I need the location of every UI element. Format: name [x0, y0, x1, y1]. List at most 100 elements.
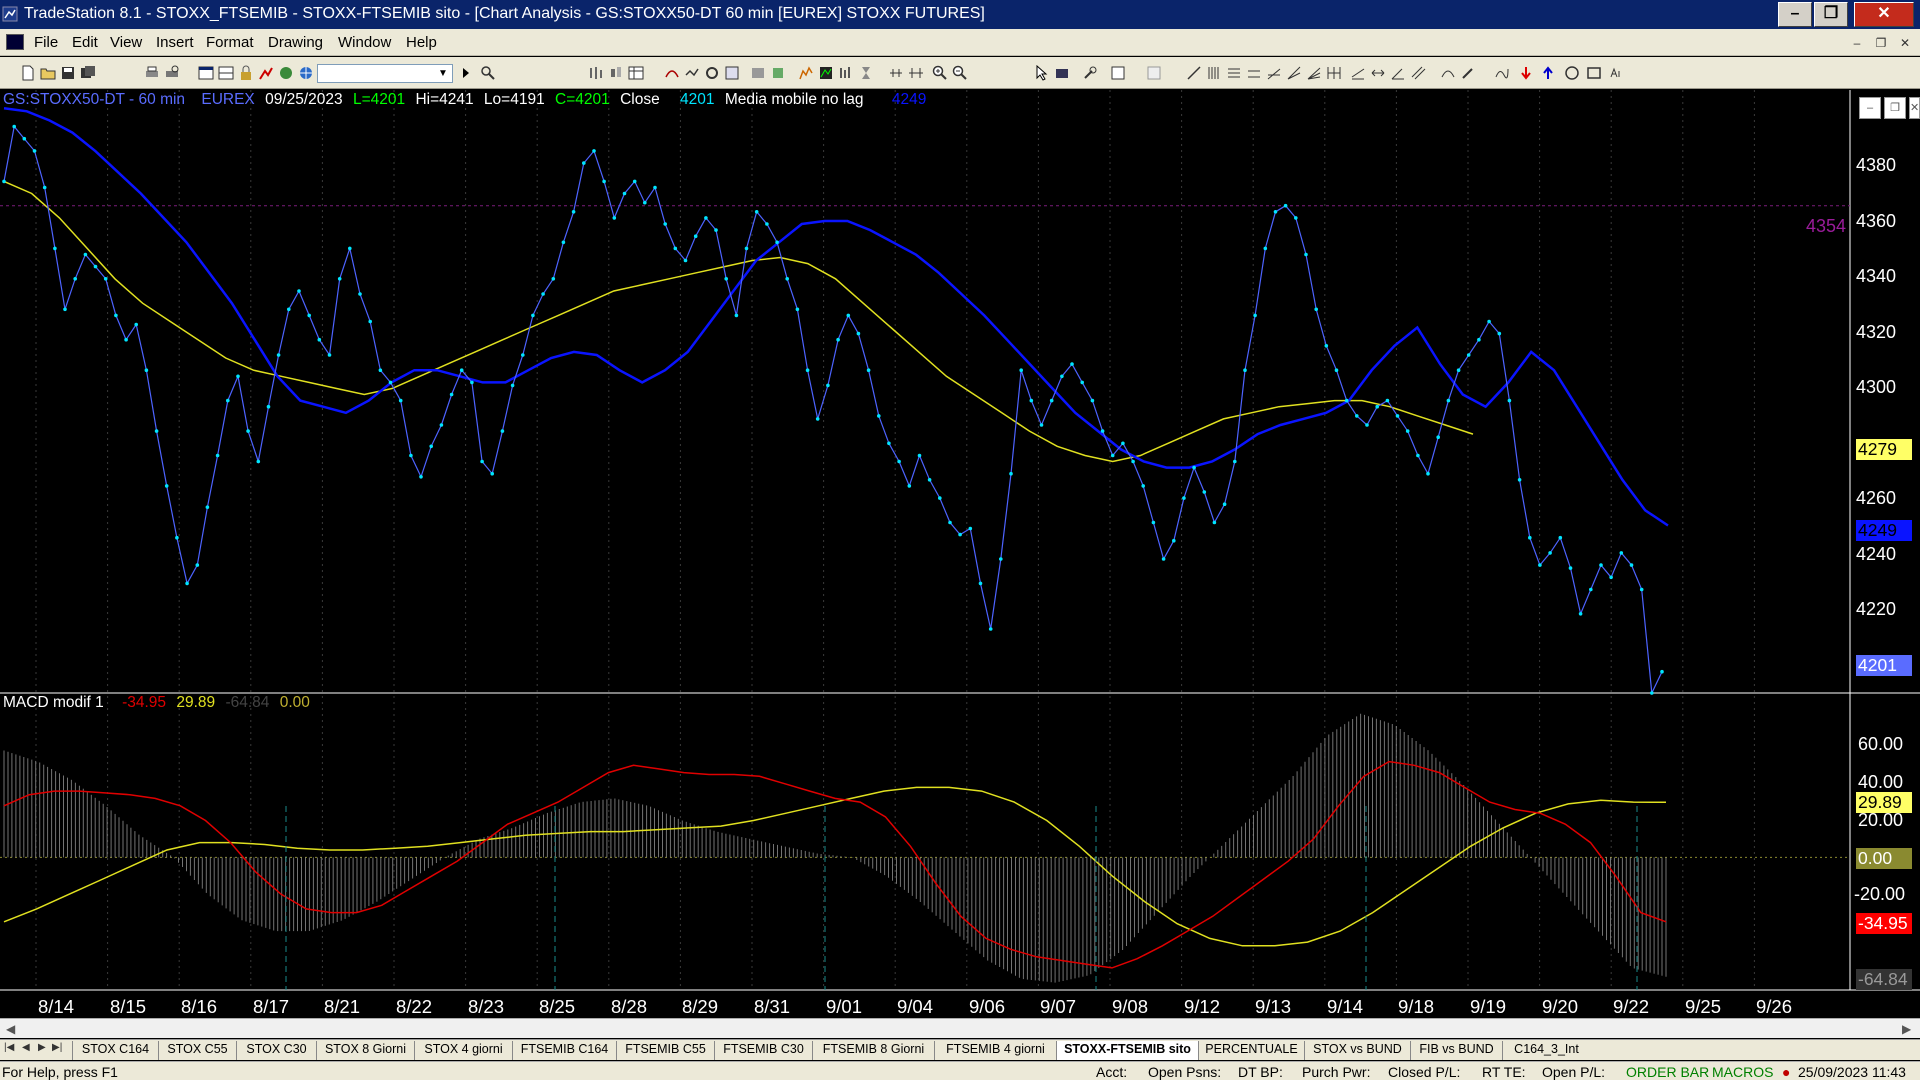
- mdi-minimize-button[interactable]: –: [1848, 34, 1866, 52]
- minimize-button[interactable]: –: [1778, 2, 1812, 27]
- close-button[interactable]: ✕: [1854, 2, 1914, 27]
- dropdown-next-icon[interactable]: [458, 65, 474, 81]
- text-icon[interactable]: [1146, 65, 1162, 81]
- tab-stox-c30[interactable]: STOX C30: [236, 1041, 316, 1060]
- print-icon[interactable]: [144, 65, 160, 81]
- tools-icon[interactable]: [1082, 65, 1098, 81]
- scroll-right-arrow[interactable]: ▶: [1902, 1022, 1911, 1036]
- up-arrow-icon[interactable]: [1540, 65, 1556, 81]
- chart-minimize-button[interactable]: –: [1859, 97, 1881, 119]
- globe-icon[interactable]: [298, 65, 314, 81]
- tab-next-button[interactable]: ▶: [38, 1042, 46, 1053]
- tab-stox-c55[interactable]: STOX C55: [158, 1041, 236, 1060]
- save-all-icon[interactable]: [80, 65, 96, 81]
- chevron-down-icon[interactable]: ▼: [436, 67, 450, 80]
- table-icon[interactable]: [628, 65, 644, 81]
- candle-chart-icon[interactable]: [608, 65, 624, 81]
- time-sales-icon[interactable]: [838, 65, 854, 81]
- mdi-restore-button[interactable]: ❐: [1872, 34, 1890, 52]
- zoom-out-icon[interactable]: [952, 65, 968, 81]
- menu-window[interactable]: Window: [338, 34, 391, 51]
- chart-canvas[interactable]: [0, 90, 1920, 1023]
- tab-ftsemib-4-giorni[interactable]: FTSEMIB 4 giorni: [934, 1041, 1056, 1060]
- tab-c164-3-int[interactable]: C164_3_Int: [1502, 1041, 1590, 1060]
- chart-restore-button[interactable]: ❐: [1884, 97, 1906, 119]
- menu-format[interactable]: Format: [206, 34, 254, 51]
- menu-help[interactable]: Help: [406, 34, 437, 51]
- tab-percentuale[interactable]: PERCENTUALE: [1198, 1041, 1304, 1060]
- andrews-pitchfork-icon[interactable]: [1326, 65, 1342, 81]
- tab-stoxx-ftsemib-sito[interactable]: STOXX-FTSEMIB sito: [1056, 1041, 1198, 1060]
- pointer-icon[interactable]: [1034, 65, 1050, 81]
- maximize-button[interactable]: ❐: [1814, 2, 1848, 27]
- angle-icon[interactable]: [1390, 65, 1406, 81]
- lock-icon[interactable]: [238, 65, 254, 81]
- apps-icon[interactable]: [278, 65, 294, 81]
- tab-prev-button[interactable]: ◀: [22, 1042, 30, 1053]
- freehand-icon[interactable]: [1494, 65, 1510, 81]
- scanner-icon[interactable]: [750, 65, 766, 81]
- find-symbol-icon[interactable]: [480, 65, 496, 81]
- regression-icon[interactable]: [1350, 65, 1366, 81]
- menu-drawing[interactable]: Drawing: [268, 34, 323, 51]
- menu-view[interactable]: View: [110, 34, 142, 51]
- tab-stox-4-giorni[interactable]: STOX 4 giorni: [414, 1041, 512, 1060]
- rectangle-icon[interactable]: [1586, 65, 1602, 81]
- pencil-icon[interactable]: [1460, 65, 1476, 81]
- print-preview-icon[interactable]: [164, 65, 180, 81]
- fibonacci-icon[interactable]: [1266, 65, 1282, 81]
- radar-icon[interactable]: [664, 65, 680, 81]
- symbol-combo[interactable]: ▼: [317, 64, 453, 83]
- radar-screen-icon[interactable]: [818, 65, 834, 81]
- channel-icon[interactable]: [1246, 65, 1262, 81]
- chart-window-icon[interactable]: [6, 34, 24, 50]
- bar-spacing-icon[interactable]: [888, 65, 904, 81]
- tab-ftsemib-c164[interactable]: FTSEMIB C164: [512, 1041, 616, 1060]
- indicator-icon[interactable]: [684, 65, 700, 81]
- text-label-icon[interactable]: [1608, 65, 1624, 81]
- status-macros[interactable]: MACROS: [1712, 1064, 1773, 1080]
- window-tile-icon[interactable]: [218, 65, 234, 81]
- format-icon[interactable]: [724, 65, 740, 81]
- open-icon[interactable]: [40, 65, 56, 81]
- tab-stox-vs-bund[interactable]: STOX vs BUND: [1304, 1041, 1410, 1060]
- window-cascade-icon[interactable]: [198, 65, 214, 81]
- save-icon[interactable]: [60, 65, 76, 81]
- tab-stox-c164[interactable]: STOX C164: [72, 1041, 158, 1060]
- arc-icon[interactable]: [1440, 65, 1456, 81]
- zoom-in-icon[interactable]: [932, 65, 948, 81]
- chart-close-button[interactable]: ✕: [1909, 97, 1920, 119]
- data-window-icon[interactable]: [1110, 65, 1126, 81]
- bar-spacing-wide-icon[interactable]: [908, 65, 924, 81]
- down-arrow-icon[interactable]: [1518, 65, 1534, 81]
- menu-file[interactable]: File: [34, 34, 58, 51]
- menu-insert[interactable]: Insert: [156, 34, 194, 51]
- menu-edit[interactable]: Edit: [72, 34, 98, 51]
- scroll-left-arrow[interactable]: ◀: [6, 1022, 15, 1036]
- chart-trading-icon[interactable]: [1054, 65, 1070, 81]
- new-icon[interactable]: [20, 65, 36, 81]
- tab-fib-vs-bund[interactable]: FIB vs BUND: [1410, 1041, 1502, 1060]
- trendline-icon[interactable]: [1186, 65, 1202, 81]
- matrix-icon[interactable]: [798, 65, 814, 81]
- ellipse-icon[interactable]: [1564, 65, 1580, 81]
- tab-last-button[interactable]: ▶|: [52, 1042, 62, 1053]
- status-order-bar[interactable]: ORDER BAR: [1626, 1064, 1709, 1080]
- bar-chart-icon[interactable]: [588, 65, 604, 81]
- speed-lines-icon[interactable]: [1286, 65, 1302, 81]
- mdi-close-button[interactable]: ✕: [1896, 34, 1914, 52]
- horizontal-lines-icon[interactable]: [1226, 65, 1242, 81]
- parallel-lines-icon[interactable]: [1410, 65, 1426, 81]
- option-icon[interactable]: [770, 65, 786, 81]
- tab-stox-8-giorni[interactable]: STOX 8 Giorni: [316, 1041, 414, 1060]
- tab-first-button[interactable]: |◀: [4, 1042, 14, 1053]
- hourglass-icon[interactable]: [858, 65, 874, 81]
- horizontal-scrollbar[interactable]: ◀ ▶: [0, 1018, 1920, 1038]
- tab-ftsemib-8-giorni[interactable]: FTSEMIB 8 Giorni: [812, 1041, 934, 1060]
- tab-ftsemib-c30[interactable]: FTSEMIB C30: [714, 1041, 812, 1060]
- gann-fan-icon[interactable]: [1306, 65, 1322, 81]
- refresh-icon[interactable]: [704, 65, 720, 81]
- arrow-left-right-icon[interactable]: [1370, 65, 1386, 81]
- vertical-lines-icon[interactable]: [1206, 65, 1222, 81]
- tab-ftsemib-c55[interactable]: FTSEMIB C55: [616, 1041, 714, 1060]
